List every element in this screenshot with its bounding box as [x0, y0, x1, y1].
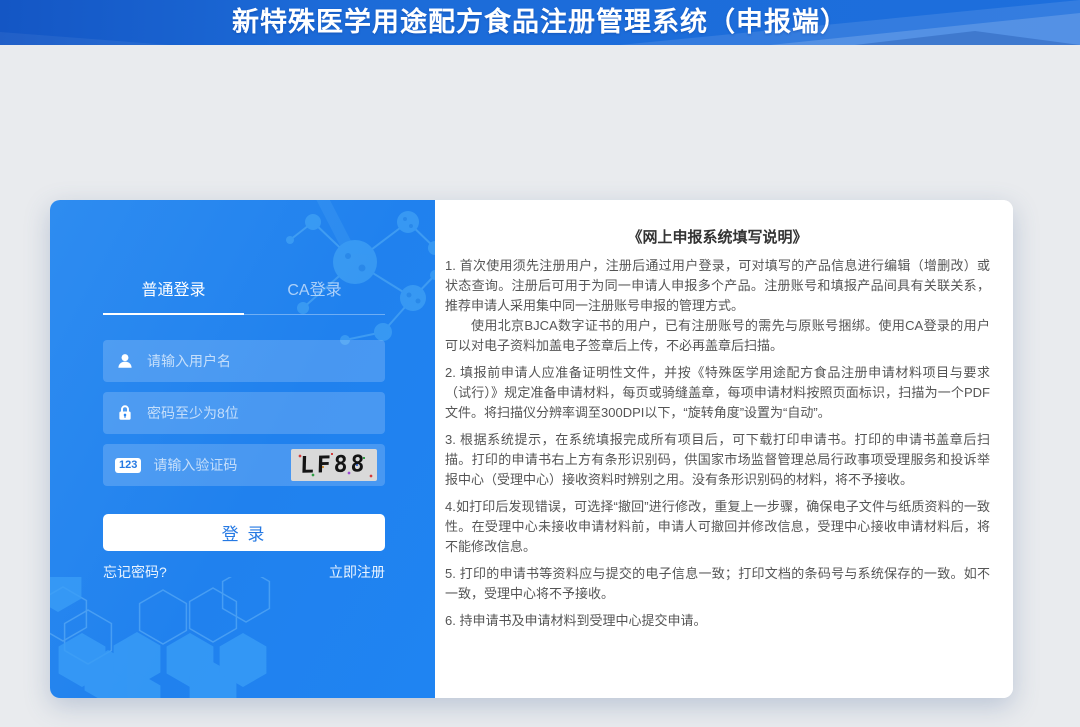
instruction-paragraph: 5. 打印的申请书等资料应与提交的电子信息一致；打印文档的条码号与系统保存的一致…	[445, 564, 990, 604]
password-input[interactable]	[147, 405, 373, 421]
instruction-paragraph: 1. 首次使用须先注册用户，注册后通过用户登录，可对填写的产品信息进行编辑（增删…	[445, 256, 990, 316]
password-field[interactable]	[103, 392, 385, 434]
hexagon-decoration	[50, 577, 370, 698]
captcha-image[interactable]: LF88	[291, 449, 377, 481]
login-card: 普通登录 CA登录	[50, 200, 1013, 698]
register-now-link[interactable]: 立即注册	[329, 562, 385, 582]
captcha-123-icon: 123	[115, 455, 141, 475]
page-title: 新特殊医学用途配方食品注册管理系统（申报端）	[0, 0, 1080, 45]
login-form: 普通登录 CA登录	[103, 200, 385, 582]
forgot-password-link[interactable]: 忘记密码?	[103, 562, 167, 582]
login-button[interactable]: 登 录	[103, 514, 385, 551]
user-icon	[115, 351, 135, 371]
tab-normal-login[interactable]: 普通登录	[103, 276, 244, 315]
login-panel: 普通登录 CA登录	[50, 200, 435, 698]
top-banner: 新特殊医学用途配方食品注册管理系统（申报端）	[0, 0, 1080, 45]
login-links: 忘记密码? 立即注册	[103, 562, 385, 582]
instruction-paragraph: 使用北京BJCA数字证书的用户，已有注册账号的需先与原账号捆绑。使用CA登录的用…	[445, 316, 990, 356]
captcha-input[interactable]	[153, 457, 291, 473]
captcha-field[interactable]: 123 LF88	[103, 444, 385, 486]
login-tabs: 普通登录 CA登录	[103, 276, 385, 315]
username-input[interactable]	[147, 353, 373, 369]
instructions-panel: 《网上申报系统填写说明》 1. 首次使用须先注册用户，注册后通过用户登录，可对填…	[435, 200, 1013, 698]
instruction-paragraph: 4.如打印后发现错误，可选择“撤回”进行修改，重复上一步骤，确保电子文件与纸质资…	[445, 497, 990, 557]
captcha-text: LF88	[300, 451, 368, 479]
username-field[interactable]	[103, 340, 385, 382]
instruction-paragraph: 2. 填报前申请人应准备证明性文件，并按《特殊医学用途配方食品注册申请材料项目与…	[445, 363, 990, 423]
instruction-paragraph: 3. 根据系统提示，在系统填报完成所有项目后，可下载打印申请书。打印的申请书盖章…	[445, 430, 990, 490]
lock-icon	[115, 403, 135, 423]
instructions-title: 《网上申报系统填写说明》	[445, 226, 990, 247]
tab-ca-login[interactable]: CA登录	[244, 276, 385, 315]
instruction-paragraph: 6. 持申请书及申请材料到受理中心提交申请。	[445, 611, 990, 631]
